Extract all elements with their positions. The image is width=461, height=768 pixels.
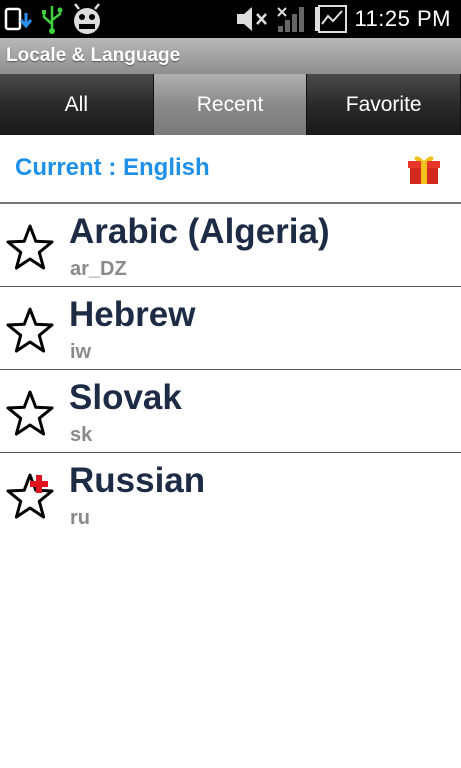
language-code: ru xyxy=(70,507,90,529)
language-list: Arabic (Algeria) ar_DZ Hebrew iw Slovak … xyxy=(0,204,461,535)
mute-icon xyxy=(237,7,268,31)
debug-bug-icon xyxy=(74,3,100,34)
star-outline-icon[interactable] xyxy=(4,305,56,357)
language-code: ar_DZ xyxy=(70,258,127,280)
sd-card-icon xyxy=(4,7,33,31)
status-bar: 11:25 PM xyxy=(0,0,461,38)
star-add-icon[interactable] xyxy=(4,471,56,523)
current-language-label: Current : English xyxy=(15,154,210,181)
status-time: 11:25 PM xyxy=(354,6,451,31)
usb-icon xyxy=(42,6,63,34)
language-code: sk xyxy=(70,424,93,446)
language-name: Russian xyxy=(69,461,206,500)
title-bar: Locale & Language xyxy=(0,38,461,74)
language-row-hebrew[interactable]: Hebrew iw xyxy=(0,287,461,370)
gift-icon[interactable] xyxy=(407,152,441,186)
status-bar-right: 11:25 PM xyxy=(234,3,451,35)
status-bar-left xyxy=(4,3,104,35)
language-name: Slovak xyxy=(69,378,182,417)
tab-recent[interactable]: Recent xyxy=(153,74,308,135)
tab-bar: All Recent Favorite xyxy=(0,74,461,135)
current-language-header: Current : English xyxy=(0,135,461,204)
language-row-slovak[interactable]: Slovak sk xyxy=(0,370,461,453)
language-row-arabic-algeria[interactable]: Arabic (Algeria) ar_DZ xyxy=(0,204,461,287)
tab-favorite[interactable]: Favorite xyxy=(307,74,461,135)
star-outline-icon[interactable] xyxy=(4,222,56,274)
language-code: iw xyxy=(70,341,92,363)
language-row-russian[interactable]: Russian ru xyxy=(0,453,461,535)
star-outline-icon[interactable] xyxy=(4,388,56,440)
language-name: Hebrew xyxy=(69,295,196,334)
language-name: Arabic (Algeria) xyxy=(69,212,330,251)
signal-icon xyxy=(277,7,305,32)
battery-icon xyxy=(315,5,348,33)
app-title: Locale & Language xyxy=(6,45,181,66)
tab-all[interactable]: All xyxy=(0,74,154,135)
